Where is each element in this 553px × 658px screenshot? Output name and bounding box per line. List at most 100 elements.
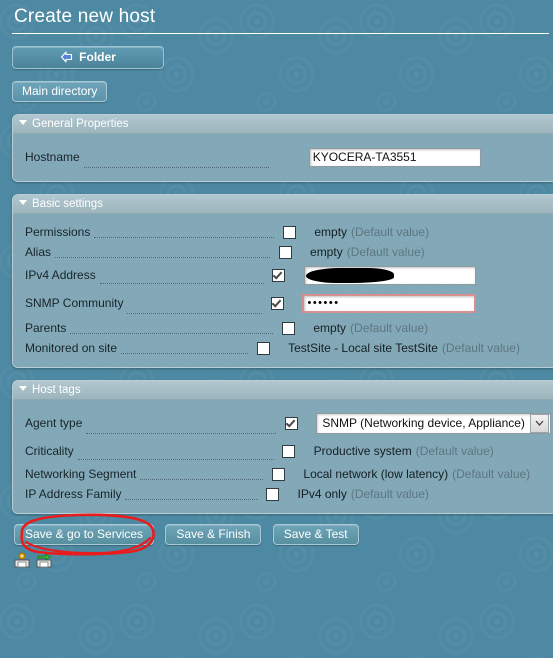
alias-checkbox[interactable] xyxy=(278,245,292,259)
snmp-community-value-cell: •••••• xyxy=(292,293,553,313)
criticality-value: Productive system xyxy=(313,444,412,458)
arrow-left-icon xyxy=(60,49,73,70)
section-general-title: General Properties xyxy=(32,118,129,130)
section-basic-header[interactable]: Basic settings xyxy=(13,195,553,214)
permissions-value-cell: empty (Default value) xyxy=(304,225,553,239)
alias-label: Alias xyxy=(25,245,52,259)
agent-type-selected-value: SNMP (Networking device, Appliance) xyxy=(322,415,525,430)
ip-address-family-default-note: (Default value) xyxy=(350,487,429,501)
chevron-down-icon xyxy=(19,200,27,205)
parents-value-cell: empty (Default value) xyxy=(303,321,553,335)
leader-dots xyxy=(127,306,263,314)
agent-type-checkbox[interactable] xyxy=(284,416,298,430)
section-general-body: Hostname KYOCERA-TA3551 xyxy=(13,134,553,181)
criticality-checkbox-cell xyxy=(274,444,304,458)
agent-type-value-cell: SNMP (Networking device, Appliance) xyxy=(306,412,553,434)
leader-dots xyxy=(83,160,269,168)
ip-address-family-label: IP Address Family xyxy=(25,487,122,501)
networking-segment-checkbox[interactable] xyxy=(271,467,285,481)
form-row-criticality: Criticality Productive system (Default v… xyxy=(13,438,553,464)
section-host-tags: Host tags Agent type SNMP (Networking de… xyxy=(12,380,553,514)
section-general-properties: General Properties Hostname KYOCERA-TA35… xyxy=(12,114,553,182)
permissions-checkbox[interactable] xyxy=(282,225,296,239)
monitored-on-site-label: Monitored on site xyxy=(25,341,118,355)
parents-checkbox-cell xyxy=(273,321,303,335)
chevron-down-icon[interactable] xyxy=(529,413,549,433)
monitored-on-site-default-note: (Default value) xyxy=(441,341,520,355)
form-row-monitored-on-site: Monitored on site TestSite - Local site … xyxy=(13,338,553,358)
networking-segment-default-note: (Default value) xyxy=(452,467,531,481)
ipv4-address-value-cell xyxy=(294,265,553,285)
form-row-ip-address-family: IP Address Family IPv4 only (Default val… xyxy=(13,484,553,504)
form-row-agent-type: Agent type SNMP (Networking device, Appl… xyxy=(13,408,553,438)
save-to-disk-settings-icon[interactable] xyxy=(14,552,30,571)
section-basic-body: Permissions empty (Default value) Alias … xyxy=(13,214,553,367)
criticality-checkbox[interactable] xyxy=(282,444,296,458)
hostname-input[interactable]: KYOCERA-TA3551 xyxy=(308,147,481,167)
monitored-on-site-value: TestSite - Local site TestSite xyxy=(288,341,438,355)
permissions-value: empty xyxy=(314,225,348,239)
monitored-on-site-checkbox-cell xyxy=(248,341,278,355)
section-basic-settings: Basic settings Permissions empty (Defaul… xyxy=(12,194,553,368)
leader-dots xyxy=(125,492,258,500)
page-title: Create new host xyxy=(14,6,156,27)
form-row-networking-segment: Networking Segment Local network (low la… xyxy=(13,464,553,484)
breadcrumb-toolbar: Folder Main directory xyxy=(0,34,553,102)
footer-icon-row xyxy=(0,545,553,571)
leader-dots xyxy=(99,276,264,284)
criticality-value-cell: Productive system (Default value) xyxy=(304,444,553,458)
form-row-permissions: Permissions empty (Default value) xyxy=(13,222,553,242)
save-and-test-button[interactable]: Save & Test xyxy=(272,524,359,545)
networking-segment-checkbox-cell xyxy=(263,467,293,481)
alias-default-note: (Default value) xyxy=(346,245,425,259)
save-to-disk-export-icon[interactable] xyxy=(36,552,52,571)
form-row-snmp-community: SNMP Community •••••• xyxy=(13,288,553,318)
networking-segment-label: Networking Segment xyxy=(25,467,137,481)
alias-value: empty xyxy=(310,245,343,259)
section-general-header[interactable]: General Properties xyxy=(13,115,553,134)
snmp-community-checkbox-cell xyxy=(262,296,292,310)
redaction-mark xyxy=(305,267,394,283)
chevron-down-icon xyxy=(19,386,27,391)
ip-address-family-value: IPv4 only xyxy=(297,487,347,501)
snmp-community-input[interactable]: •••••• xyxy=(302,293,477,313)
leader-dots xyxy=(55,250,271,258)
parents-default-note: (Default value) xyxy=(350,321,429,335)
snmp-community-checkbox[interactable] xyxy=(270,296,284,310)
agent-type-checkbox-cell xyxy=(276,416,306,430)
chevron-down-icon xyxy=(19,120,27,125)
form-row-parents: Parents empty (Default value) xyxy=(13,318,553,338)
ipv4-address-checkbox-cell xyxy=(264,268,294,282)
leader-dots xyxy=(77,452,274,460)
agent-type-select[interactable]: SNMP (Networking device, Appliance) xyxy=(316,412,551,434)
criticality-label: Criticality xyxy=(25,444,74,458)
hostname-label: Hostname xyxy=(25,150,80,164)
ipv4-address-input[interactable] xyxy=(303,265,476,285)
folder-back-button[interactable]: Folder xyxy=(12,46,164,69)
ip-address-family-value-cell: IPv4 only (Default value) xyxy=(287,487,553,501)
agent-type-label: Agent type xyxy=(25,416,83,430)
form-row-alias: Alias empty (Default value) xyxy=(13,242,553,262)
snmp-community-label: SNMP Community xyxy=(25,296,124,310)
leader-dots xyxy=(94,230,275,238)
monitored-on-site-checkbox[interactable] xyxy=(256,341,270,355)
alias-checkbox-cell xyxy=(270,245,300,259)
parents-checkbox[interactable] xyxy=(281,321,295,335)
main-directory-button[interactable]: Main directory xyxy=(12,81,108,102)
ipv4-address-label: IPv4 Address xyxy=(25,268,96,282)
form-row-ipv4-address: IPv4 Address xyxy=(13,262,553,288)
save-and-go-to-services-button[interactable]: Save & go to Services xyxy=(14,524,155,545)
ipv4-address-checkbox[interactable] xyxy=(272,268,286,282)
form-row-hostname: Hostname KYOCERA-TA3551 xyxy=(13,142,553,172)
section-host-tags-header[interactable]: Host tags xyxy=(13,381,553,400)
criticality-default-note: (Default value) xyxy=(415,444,494,458)
networking-segment-value: Local network (low latency) xyxy=(303,467,449,481)
folder-back-label: Folder xyxy=(79,50,116,64)
permissions-checkbox-cell xyxy=(274,225,304,239)
save-and-finish-button[interactable]: Save & Finish xyxy=(165,524,262,545)
form-actions: Save & go to Services Save & Finish Save… xyxy=(0,513,553,556)
section-basic-title: Basic settings xyxy=(32,198,103,210)
leader-dots xyxy=(140,472,264,480)
ip-address-family-checkbox[interactable] xyxy=(265,487,279,501)
monitored-on-site-value-cell: TestSite - Local site TestSite (Default … xyxy=(278,341,553,355)
